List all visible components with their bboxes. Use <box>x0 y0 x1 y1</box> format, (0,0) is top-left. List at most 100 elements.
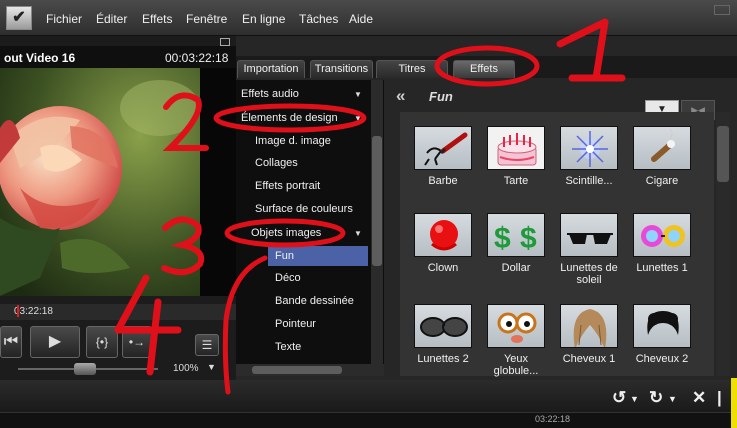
effect-thumbnail <box>414 126 472 170</box>
effect-item-scintille[interactable]: Scintille... <box>560 126 618 204</box>
undo-icon[interactable]: ↺ <box>612 388 626 408</box>
zoom-level[interactable]: 100% <box>173 363 199 374</box>
back-arrows-icon[interactable]: « <box>396 86 405 106</box>
ruler-time: 03:22:18 <box>535 414 571 424</box>
redo-icon[interactable]: ↻ <box>649 388 663 408</box>
effect-label: Clown <box>427 262 459 274</box>
play-icon: ▶ <box>48 333 62 350</box>
effect-item-lunettes-soleil[interactable]: Lunettes de soleil <box>560 213 618 291</box>
expand-icon[interactable]: ▼ <box>354 229 362 238</box>
category-scroll-thumb[interactable] <box>372 136 382 266</box>
effect-item-dollar[interactable]: $ $ Dollar <box>487 213 545 291</box>
marker-in-out-icon: {•} <box>95 335 109 349</box>
svg-text:$: $ <box>494 222 511 255</box>
cake-icon <box>497 133 537 166</box>
effect-item-cheveux-2[interactable]: Cheveux 2 <box>633 304 691 382</box>
category-collages[interactable]: Collages <box>255 157 298 169</box>
category-elements-design[interactable]: Élements de design <box>241 112 338 124</box>
effect-item-barbe[interactable]: Barbe <box>414 126 472 204</box>
play-button[interactable]: ▶ <box>30 326 80 358</box>
googly-eyes-icon <box>497 312 537 343</box>
subcategory-deco[interactable]: Déco <box>275 272 301 284</box>
zoom-dropdown-icon[interactable]: ▼ <box>207 362 216 372</box>
effect-item-clown[interactable]: Clown <box>414 213 472 291</box>
marker-next-button[interactable]: •→ <box>122 326 152 358</box>
tab-effets[interactable]: Effets <box>453 60 515 78</box>
preview-duration: 00:03:22:18 <box>165 51 229 65</box>
category-effets-portrait[interactable]: Effets portrait <box>255 180 320 192</box>
effects-scroll-thumb[interactable] <box>717 126 729 182</box>
effect-label: Lunettes de soleil <box>560 262 618 286</box>
list-icon: ☰ <box>201 338 213 352</box>
effect-thumbnail <box>633 126 691 170</box>
timeline-toolbar <box>0 380 737 412</box>
effect-label: Yeux globule... <box>493 353 539 377</box>
menu-fichier[interactable]: Fichier <box>46 12 82 26</box>
clown-nose-icon <box>430 220 458 251</box>
effect-label: Scintille... <box>565 175 613 187</box>
marker-in-out-button[interactable]: {•} <box>86 326 118 358</box>
glasses-icon <box>420 317 468 337</box>
menu-effets[interactable]: Effets <box>142 12 172 26</box>
effect-item-cigare[interactable]: Cigare <box>633 126 691 204</box>
effect-thumbnail <box>633 213 691 257</box>
menu-editer[interactable]: Éditer <box>96 12 127 26</box>
marker-next-icon: •→ <box>128 335 146 349</box>
effect-thumbnail: $ $ <box>487 213 545 257</box>
expand-icon[interactable]: ▼ <box>354 90 362 99</box>
preview-title-bar: out Video 16 00:03:22:18 <box>0 46 236 68</box>
effect-item-lunettes-1[interactable]: Lunettes 1 <box>633 213 691 291</box>
window-edge <box>731 378 737 428</box>
video-letterbox <box>200 68 236 296</box>
category-hscroll-thumb[interactable] <box>252 366 342 374</box>
playhead-marker[interactable] <box>17 305 19 317</box>
effects-category-title: Fun <box>429 89 453 104</box>
app-logo-icon[interactable]: ✔ <box>6 6 32 30</box>
preview-detach-icon[interactable] <box>220 38 230 46</box>
category-image-image[interactable]: Image d. image <box>255 135 331 147</box>
effect-label: Cheveux 1 <box>562 353 616 365</box>
zoom-knob[interactable] <box>74 363 96 375</box>
effect-label: Barbe <box>428 175 458 187</box>
sunglasses-icon <box>567 233 613 244</box>
category-objets-images[interactable]: Objets images <box>251 227 321 239</box>
subcategory-bande-dessinee[interactable]: Bande dessinée <box>275 295 354 307</box>
effect-item-tarte[interactable]: Tarte <box>487 126 545 204</box>
effect-item-cheveux-1[interactable]: Cheveux 1 <box>560 304 618 382</box>
effect-label: Lunettes 1 <box>636 262 688 274</box>
close-icon[interactable]: ✕ <box>692 388 706 408</box>
menu-fenetre[interactable]: Fenêtre <box>186 12 227 26</box>
effect-item-lunettes-2[interactable]: Lunettes 2 <box>414 304 472 382</box>
menu-bar: ✔ Fichier Éditer Effets Fenêtre En ligne… <box>0 0 737 36</box>
effect-label: Cigare <box>645 175 679 187</box>
expand-icon[interactable]: ▼ <box>354 114 362 123</box>
rose-image <box>0 68 200 296</box>
sparkle-icon <box>572 131 608 167</box>
effect-item-yeux-globuleux[interactable]: Yeux globule... <box>487 304 545 382</box>
subcategory-pointeur[interactable]: Pointeur <box>275 318 316 330</box>
menu-en-ligne[interactable]: En ligne <box>242 12 285 26</box>
dollar-icon: $ $ <box>494 222 537 255</box>
scrub-time: 03:22:18 <box>14 306 53 317</box>
category-surface-couleurs[interactable]: Surface de couleurs <box>255 203 353 215</box>
restore-window-icon[interactable] <box>714 5 730 15</box>
subcategory-texte[interactable]: Texte <box>275 341 301 353</box>
effect-thumbnail <box>414 304 472 348</box>
more-icon[interactable]: | <box>717 388 722 408</box>
subcategory-fun[interactable]: Fun <box>268 246 368 266</box>
category-effets-audio[interactable]: Effets audio <box>241 88 299 100</box>
list-button[interactable]: ☰ <box>195 334 219 356</box>
previous-button[interactable]: ⏮ <box>0 326 22 358</box>
redo-dropdown-icon[interactable]: ▼ <box>668 394 677 404</box>
tab-transitions[interactable]: Transitions <box>310 60 373 78</box>
timeline-ruler[interactable] <box>0 412 737 428</box>
menu-taches[interactable]: Tâches <box>299 12 338 26</box>
party-glasses-icon <box>641 225 685 247</box>
position-scrubber[interactable]: 03:22:18 <box>0 304 236 320</box>
effect-thumbnail <box>633 304 691 348</box>
undo-dropdown-icon[interactable]: ▼ <box>630 394 639 404</box>
tab-importation[interactable]: Importation <box>237 60 305 78</box>
tab-titres[interactable]: Titres <box>376 60 448 78</box>
svg-text:$: $ <box>520 222 537 255</box>
menu-aide[interactable]: Aide <box>349 12 373 26</box>
